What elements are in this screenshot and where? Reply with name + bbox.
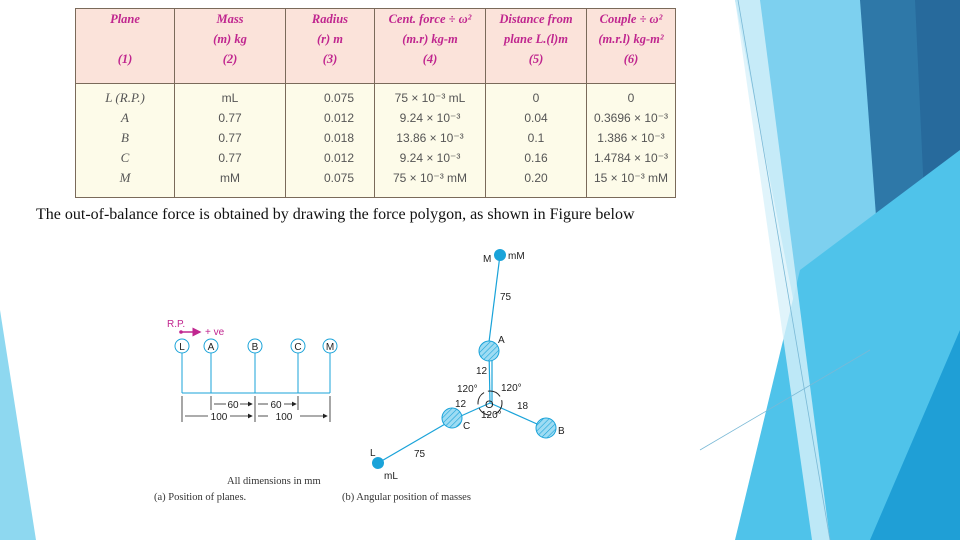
dim-label-60a: 60 (227, 400, 239, 411)
rp-label: R.P. (167, 319, 185, 330)
radius-b: 18 (517, 401, 529, 412)
mass-c (441, 407, 463, 429)
angle-3: 120° (481, 410, 502, 421)
dimensions-note: All dimensions in mm (227, 476, 321, 487)
label-a: A (498, 335, 505, 346)
dim-label-100a: 100 (211, 412, 228, 423)
mass-m (494, 249, 506, 261)
radius-c: 12 (455, 399, 467, 410)
figure-a-caption: (a) Position of planes. (154, 492, 246, 503)
figure-b-angular: M mM 75 A 12 120° 120° 12 O 120° 18 C B … (342, 249, 565, 503)
angle-2: 120° (501, 383, 522, 394)
radius-l: 75 (414, 449, 426, 460)
label-mm: mM (508, 251, 525, 262)
direction-label: + ve (205, 327, 225, 338)
label-b: B (558, 426, 565, 437)
dim-label-60b: 60 (270, 400, 282, 411)
mass-b (535, 417, 557, 439)
mass-a (478, 340, 500, 362)
radius-m: 75 (500, 292, 512, 303)
plane-label-c: C (294, 342, 301, 353)
label-m: M (483, 254, 491, 265)
rp-dot (179, 330, 183, 334)
figure-b-caption: (b) Angular position of masses (342, 492, 471, 503)
radius-a: 12 (476, 366, 488, 377)
label-l: L (370, 448, 376, 459)
figure-a-planes: R.P. + ve L A B C M 60 60 100 100 All di… (154, 319, 338, 503)
plane-label-a: A (208, 342, 215, 353)
dim-label-100b: 100 (276, 412, 293, 423)
plane-label-b: B (252, 342, 259, 353)
label-c: C (463, 421, 470, 432)
figures: R.P. + ve L A B C M 60 60 100 100 All di… (154, 249, 565, 503)
label-ml: mL (384, 471, 398, 482)
plane-label-l: L (179, 342, 185, 353)
angle-1: 120° (457, 384, 478, 395)
plane-label-m: M (326, 342, 334, 353)
